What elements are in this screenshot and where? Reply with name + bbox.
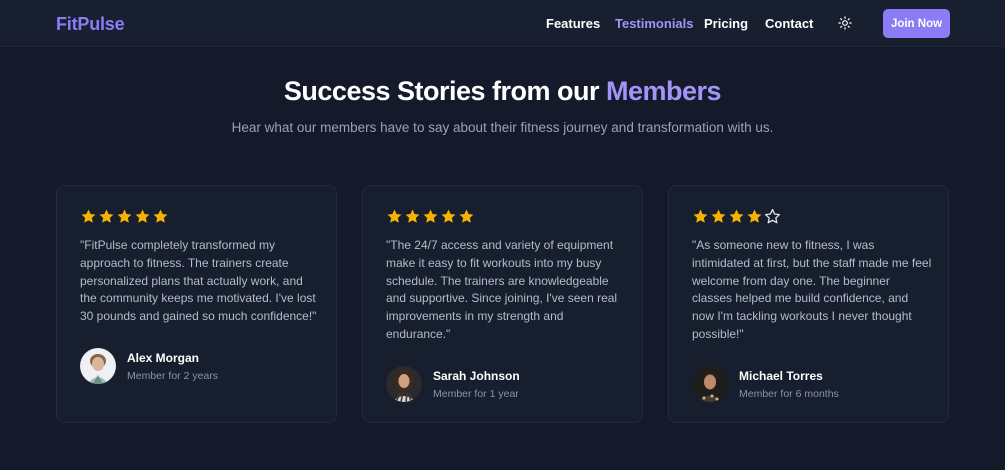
avatar	[80, 348, 116, 384]
testimonial-author: Michael Torres Member for 6 months	[692, 366, 839, 402]
author-name: Sarah Johnson	[433, 368, 520, 383]
star-rating	[386, 208, 475, 225]
testimonial-quote: "The 24/7 access and variety of equipmen…	[386, 238, 618, 341]
theme-toggle-button[interactable]	[836, 14, 854, 32]
author-tenure: Member for 6 months	[739, 387, 839, 400]
star-filled-icon	[99, 209, 114, 223]
star-filled-icon	[153, 209, 168, 223]
navbar: FitPulse Features Testimonials Pricing C…	[0, 0, 1005, 47]
testimonial-quote: "As someone new to fitness, I was intimi…	[692, 238, 932, 341]
author-tenure: Member for 2 years	[127, 369, 219, 382]
author-tenure: Member for 1 year	[433, 387, 519, 400]
section-subtitle: Hear what our members have to say about …	[231, 120, 774, 135]
author-name: Michael Torres	[739, 368, 823, 383]
star-filled-icon	[405, 209, 420, 223]
testimonial-card: "FitPulse completely transformed my appr…	[56, 185, 337, 423]
avatar	[386, 366, 422, 402]
testimonial-author: Sarah Johnson Member for 1 year	[386, 366, 520, 402]
star-filled-icon	[747, 209, 762, 223]
star-filled-icon	[729, 209, 744, 223]
nav-link-pricing[interactable]: Pricing	[704, 16, 748, 31]
star-filled-icon	[117, 209, 132, 223]
star-filled-icon	[387, 209, 402, 223]
section-title-accent: Members	[606, 76, 722, 106]
nav-link-contact[interactable]: Contact	[765, 16, 813, 31]
author-name: Alex Morgan	[127, 350, 200, 365]
nav-link-testimonials[interactable]: Testimonials	[615, 16, 694, 31]
star-filled-icon	[81, 209, 96, 223]
logo[interactable]: FitPulse	[56, 14, 125, 35]
star-filled-icon	[441, 209, 456, 223]
testimonial-quote: "FitPulse completely transformed my appr…	[80, 238, 317, 324]
testimonial-card: "The 24/7 access and variety of equipmen…	[362, 185, 643, 423]
sun-icon	[838, 16, 852, 30]
star-filled-icon	[459, 209, 474, 223]
section-title: Success Stories from our Members	[0, 76, 1005, 107]
star-rating	[80, 208, 169, 225]
star-rating	[692, 208, 781, 225]
star-filled-icon	[135, 209, 150, 223]
star-filled-icon	[693, 209, 708, 223]
testimonial-card: "As someone new to fitness, I was intimi…	[668, 185, 949, 423]
star-filled-icon	[711, 209, 726, 223]
join-now-button[interactable]: Join Now	[883, 9, 950, 38]
star-empty-icon	[764, 208, 781, 224]
avatar	[692, 366, 728, 402]
section-title-main: Success Stories from our	[283, 76, 607, 106]
nav-link-features[interactable]: Features	[546, 16, 600, 31]
star-filled-icon	[423, 209, 438, 223]
testimonial-author: Alex Morgan Member for 2 years	[80, 348, 218, 384]
